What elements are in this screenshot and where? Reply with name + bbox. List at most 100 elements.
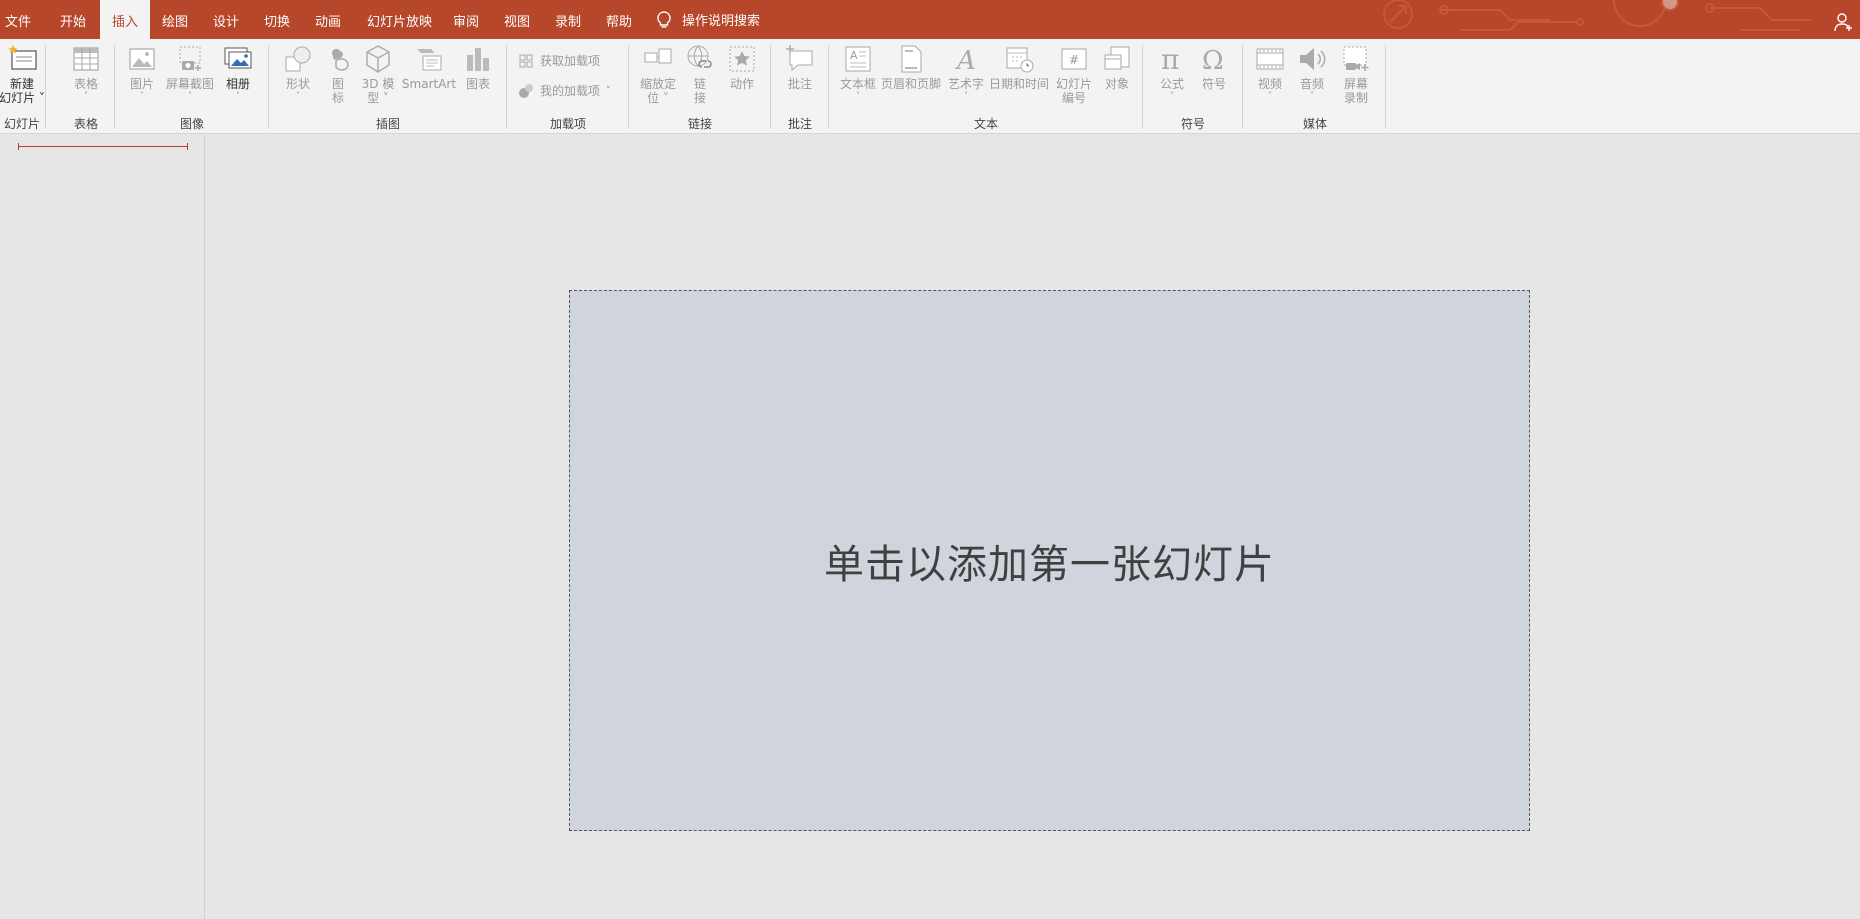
omega-icon: Ω — [1202, 46, 1224, 75]
picture-icon — [129, 48, 155, 70]
photo-album-button[interactable]: 相册 ˅ — [220, 43, 256, 100]
tell-me-search[interactable]: 操作说明搜索 — [656, 0, 760, 39]
chevron-down-icon: ˅ — [606, 85, 611, 96]
slide-number-label-1: 幻灯片 — [1055, 77, 1092, 91]
tab-record[interactable]: 录制 — [555, 0, 581, 39]
ribbon: 新建 幻灯片 ˅ 幻灯片 表格 ˅ 表格 图片 ˅ 屏幕截图 ˅ 相册 ˅ 图像… — [0, 39, 1860, 134]
link-label-1: 链 — [693, 77, 706, 91]
add-first-slide-placeholder[interactable]: 单击以添加第一张幻灯片 — [569, 290, 1530, 831]
object-button[interactable]: 对象 — [1098, 43, 1136, 91]
screen-recording-label-1: 屏幕 — [1343, 77, 1368, 91]
tab-file[interactable]: 文件 — [5, 0, 31, 39]
table-button[interactable]: 表格 ˅ — [66, 43, 106, 100]
group-divider — [1142, 45, 1143, 129]
textbox-button[interactable]: A 文本框 ˅ — [838, 43, 878, 100]
3d-models-label-1: 3D 模 — [361, 77, 395, 91]
shapes-label: 形状 — [285, 77, 310, 91]
picture-label: 图片 — [129, 77, 154, 91]
group-divider — [1242, 45, 1243, 129]
tab-animations[interactable]: 动画 — [315, 0, 341, 39]
textbox-icon: A — [845, 46, 871, 72]
chevron-down-icon: ˅ — [1268, 91, 1272, 100]
slide-number-icon: # — [1061, 48, 1087, 70]
group-addins-label: 加载项 — [549, 117, 586, 131]
date-time-button[interactable]: 日期和时间 — [988, 43, 1050, 91]
header-footer-button[interactable]: 页眉和页脚 — [880, 43, 942, 91]
table-label: 表格 — [73, 77, 98, 91]
3d-models-button[interactable]: 3D 模 型 ˅ — [358, 43, 398, 105]
video-button[interactable]: 视频 ˅ — [1250, 43, 1290, 100]
wordart-label: 艺术字 — [947, 77, 984, 91]
lightbulb-icon — [657, 10, 671, 28]
zoom-label-2: 位 ˅ — [647, 91, 669, 105]
screenshot-icon — [179, 46, 201, 71]
group-images: 图片 ˅ 屏幕截图 ˅ 相册 ˅ 图像 — [116, 39, 268, 134]
group-slides-label: 幻灯片 — [3, 117, 40, 131]
chevron-down-icon: ˅ — [140, 91, 144, 100]
zoom-button[interactable]: 缩放定 位 ˅ — [636, 43, 680, 105]
equation-button[interactable]: π 公式 ˅ — [1152, 43, 1192, 100]
my-addins-label: 我的加载项 — [540, 84, 601, 98]
group-divider — [268, 45, 269, 129]
my-addins-icon — [519, 83, 533, 98]
screen-recording-button[interactable]: 屏幕 录制 — [1334, 43, 1378, 105]
group-divider — [770, 45, 771, 129]
tab-slideshow[interactable]: 幻灯片放映 — [367, 0, 432, 39]
slide-thumbnail-pane[interactable] — [0, 135, 205, 919]
share-user-icon[interactable] — [1834, 12, 1854, 32]
action-label: 动作 — [729, 77, 754, 91]
get-addins-button[interactable]: 获取加载项 — [518, 52, 600, 69]
smartart-button[interactable]: SmartArt — [402, 43, 456, 91]
tab-draw[interactable]: 绘图 — [162, 0, 188, 39]
date-time-label: 日期和时间 — [988, 77, 1049, 91]
chevron-down-icon: ˅ — [188, 91, 192, 100]
new-slide-label-1: 新建 — [9, 77, 34, 91]
group-addins: 获取加载项 我的加载项 ˅ 加载项 — [508, 39, 628, 134]
wordart-icon: A — [955, 46, 976, 75]
icons-button[interactable]: 图 标 — [320, 43, 356, 105]
tell-me-label: 操作说明搜索 — [682, 14, 761, 29]
slide-editor-area[interactable]: 单击以添加第一张幻灯片 — [206, 135, 1860, 919]
icons-label-1: 图 — [331, 77, 344, 91]
tab-view[interactable]: 视图 — [504, 0, 530, 39]
tab-design[interactable]: 设计 — [213, 0, 239, 39]
pi-icon: π — [1161, 43, 1179, 75]
wordart-button[interactable]: A 艺术字 ˅ — [946, 43, 986, 100]
tab-review[interactable]: 审阅 — [453, 0, 479, 39]
tab-home[interactable]: 开始 — [60, 0, 86, 39]
icons-label-2: 标 — [331, 91, 344, 105]
tab-transitions[interactable]: 切换 — [264, 0, 290, 39]
new-slide-icon — [8, 45, 37, 70]
group-divider — [1385, 45, 1386, 129]
icons-icon — [332, 48, 349, 71]
chevron-down-icon: ˅ — [84, 91, 88, 100]
group-media: 视频 ˅ 音频 ˅ 屏幕 录制 媒体 — [1244, 39, 1386, 134]
link-button[interactable]: 链 接 — [682, 43, 718, 105]
chart-button[interactable]: 图表 — [460, 43, 496, 91]
shapes-button[interactable]: 形状 ˅ — [278, 43, 318, 100]
chevron-down-icon: ˅ — [296, 91, 300, 100]
audio-button[interactable]: 音频 ˅ — [1292, 43, 1332, 100]
symbol-button[interactable]: Ω 符号 — [1194, 43, 1234, 91]
chart-label: 图表 — [465, 77, 490, 91]
screenshot-button[interactable]: 屏幕截图 ˅ — [164, 43, 216, 100]
group-slides: 新建 幻灯片 ˅ 幻灯片 — [0, 39, 45, 134]
svg-text:A: A — [955, 46, 976, 75]
equation-label: 公式 — [1159, 77, 1184, 91]
slide-number-button[interactable]: # 幻灯片 编号 — [1052, 43, 1096, 105]
screenshot-label: 屏幕截图 — [165, 77, 214, 91]
comment-button[interactable]: 批注 — [778, 43, 822, 91]
chart-icon — [467, 48, 489, 71]
object-icon — [1104, 46, 1130, 70]
circuit-decoration-icon — [1383, 0, 1812, 31]
tab-insert[interactable]: 插入 — [100, 0, 151, 39]
picture-button[interactable]: 图片 ˅ — [124, 43, 160, 100]
shapes-icon — [285, 46, 311, 72]
table-icon — [73, 47, 99, 71]
group-text: A 文本框 ˅ 页眉和页脚 A 艺术字 ˅ 日期和时间 # 幻灯片 编号 对象 … — [830, 39, 1142, 134]
action-button[interactable]: 动作 — [724, 43, 760, 91]
film-icon — [1256, 48, 1284, 70]
my-addins-button[interactable]: 我的加载项 ˅ — [518, 82, 611, 99]
new-slide-button[interactable]: 新建 幻灯片 ˅ — [0, 43, 45, 105]
tab-help[interactable]: 帮助 — [606, 0, 632, 39]
